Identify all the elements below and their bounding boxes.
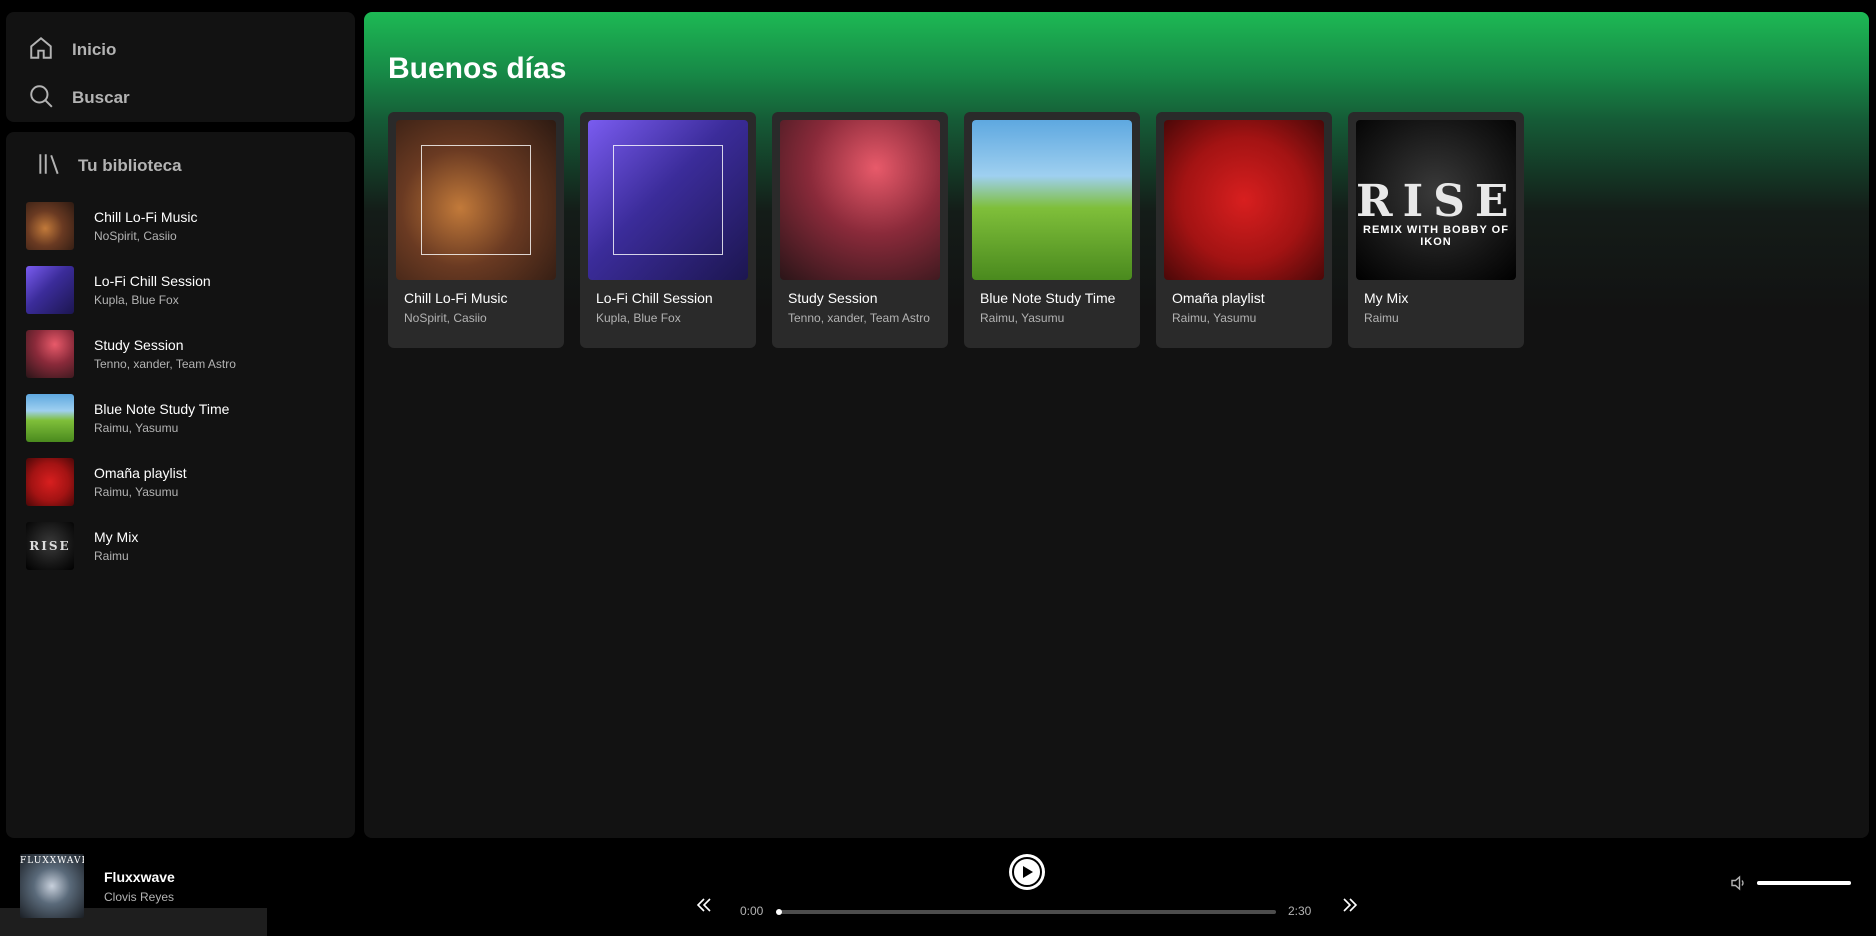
library-item-subtitle: NoSpirit, Casiio: [94, 229, 177, 243]
search-icon: [28, 83, 54, 114]
playlist-cover: [26, 394, 74, 442]
volume-icon: [1730, 875, 1748, 896]
card-title: My Mix: [1364, 290, 1409, 306]
library-item[interactable]: Blue Note Study Time Raimu, Yasumu: [20, 386, 341, 450]
progress-bar[interactable]: [776, 909, 1276, 915]
playlist-card[interactable]: Chill Lo-Fi Music NoSpirit, Casiio: [388, 112, 564, 348]
now-playing: FLUXXWAVE Fluxxwave Clovis Reyes: [20, 854, 175, 918]
volume-slider[interactable]: [1757, 881, 1851, 885]
library-item[interactable]: Lo-Fi Chill Session Kupla, Blue Fox: [20, 258, 341, 322]
playlist-cover: [1164, 120, 1324, 280]
playlist-cover: [588, 120, 748, 280]
library-item[interactable]: Omaña playlist Raimu, Yasumu: [20, 450, 341, 514]
card-subtitle: Raimu, Yasumu: [980, 311, 1065, 325]
library-item-title: Study Session: [94, 337, 184, 353]
library-item-subtitle: Raimu: [94, 549, 129, 563]
next-button[interactable]: [1341, 896, 1359, 919]
library-item[interactable]: Study Session Tenno, xander, Team Astro: [20, 322, 341, 386]
playlist-cards: Chill Lo-Fi Music NoSpirit, Casiio Lo-Fi…: [388, 112, 1524, 348]
app: Inicio Buscar Tu biblioteca Chill Lo-Fi …: [0, 0, 1876, 936]
library-item-title: Blue Note Study Time: [94, 401, 230, 417]
library-item-title: Lo-Fi Chill Session: [94, 273, 211, 289]
library-item-title: Omaña playlist: [94, 465, 187, 481]
playlist-card[interactable]: Omaña playlist Raimu, Yasumu: [1156, 112, 1332, 348]
cover-caption: REMIX WITH BOBBY OF IKON: [1363, 224, 1509, 248]
library-item-subtitle: Raimu, Yasumu: [94, 421, 179, 435]
home-icon: [28, 35, 54, 66]
card-subtitle: Tenno, xander, Team Astro: [788, 311, 930, 325]
library-item-title: My Mix: [94, 529, 139, 545]
main-content: Buenos días Chill Lo-Fi Music NoSpirit, …: [364, 12, 1869, 838]
now-playing-cover-text: FLUXXWAVE: [20, 856, 84, 866]
card-subtitle: Kupla, Blue Fox: [596, 311, 681, 325]
play-button[interactable]: [1009, 854, 1045, 890]
skip-back-icon: [695, 898, 713, 918]
play-icon: [1012, 857, 1042, 887]
playlist-cover: [972, 120, 1132, 280]
card-subtitle: Raimu, Yasumu: [1172, 311, 1257, 325]
nav-home-label: Inicio: [72, 40, 117, 59]
progress-knob[interactable]: [776, 909, 782, 915]
current-time: 0:00: [740, 904, 764, 918]
playlist-cover: [26, 330, 74, 378]
library-item[interactable]: Chill Lo-Fi Music NoSpirit, Casiio: [20, 194, 341, 258]
library-item[interactable]: RISE My Mix Raimu: [20, 514, 341, 578]
nav-search[interactable]: Buscar: [28, 74, 333, 122]
now-playing-cover[interactable]: FLUXXWAVE: [20, 854, 84, 918]
playlist-card[interactable]: Blue Note Study Time Raimu, Yasumu: [964, 112, 1140, 348]
library-header[interactable]: Tu biblioteca: [20, 144, 341, 188]
playlist-card[interactable]: Lo-Fi Chill Session Kupla, Blue Fox: [580, 112, 756, 348]
total-time: 2:30: [1288, 904, 1312, 918]
previous-button[interactable]: [695, 896, 713, 919]
library-item-title: Chill Lo-Fi Music: [94, 209, 198, 225]
library-panel: Tu biblioteca Chill Lo-Fi Music NoSpirit…: [6, 132, 355, 838]
card-title: Blue Note Study Time: [980, 290, 1116, 306]
library-icon: [36, 151, 62, 182]
library-title: Tu biblioteca: [78, 156, 182, 175]
nav-search-label: Buscar: [72, 88, 130, 107]
card-subtitle: Raimu: [1364, 311, 1399, 325]
player-bar: FLUXXWAVE Fluxxwave Clovis Reyes 0:00 2:…: [0, 846, 1876, 936]
card-title: Study Session: [788, 290, 878, 306]
playlist-cover: [780, 120, 940, 280]
track-artist[interactable]: Clovis Reyes: [104, 890, 175, 904]
skip-forward-icon: [1341, 898, 1359, 918]
card-subtitle: NoSpirit, Casiio: [404, 311, 487, 325]
playlist-cover: [26, 458, 74, 506]
playlist-card[interactable]: Study Session Tenno, xander, Team Astro: [772, 112, 948, 348]
volume-button[interactable]: [1730, 874, 1748, 897]
volume-fill: [1757, 881, 1851, 885]
library-item-subtitle: Kupla, Blue Fox: [94, 293, 179, 307]
track-title[interactable]: Fluxxwave: [104, 869, 175, 885]
library-item-subtitle: Tenno, xander, Team Astro: [94, 357, 236, 371]
card-title: Lo-Fi Chill Session: [596, 290, 713, 306]
playlist-cover: [26, 202, 74, 250]
playlist-cover: [26, 266, 74, 314]
cover-text: RISE: [1356, 176, 1516, 227]
nav-home[interactable]: Inicio: [28, 26, 333, 74]
page-title: Buenos días: [388, 52, 567, 85]
playlist-cover: [396, 120, 556, 280]
playlist-cover: RISE REMIX WITH BOBBY OF IKON: [1356, 120, 1516, 280]
library-list: Chill Lo-Fi Music NoSpirit, Casiio Lo-Fi…: [20, 194, 341, 578]
playlist-cover: RISE: [26, 522, 74, 570]
library-item-subtitle: Raimu, Yasumu: [94, 485, 179, 499]
card-title: Omaña playlist: [1172, 290, 1265, 306]
card-title: Chill Lo-Fi Music: [404, 290, 508, 306]
nav-panel: Inicio Buscar: [6, 12, 355, 122]
playlist-card[interactable]: RISE REMIX WITH BOBBY OF IKON My Mix Rai…: [1348, 112, 1524, 348]
